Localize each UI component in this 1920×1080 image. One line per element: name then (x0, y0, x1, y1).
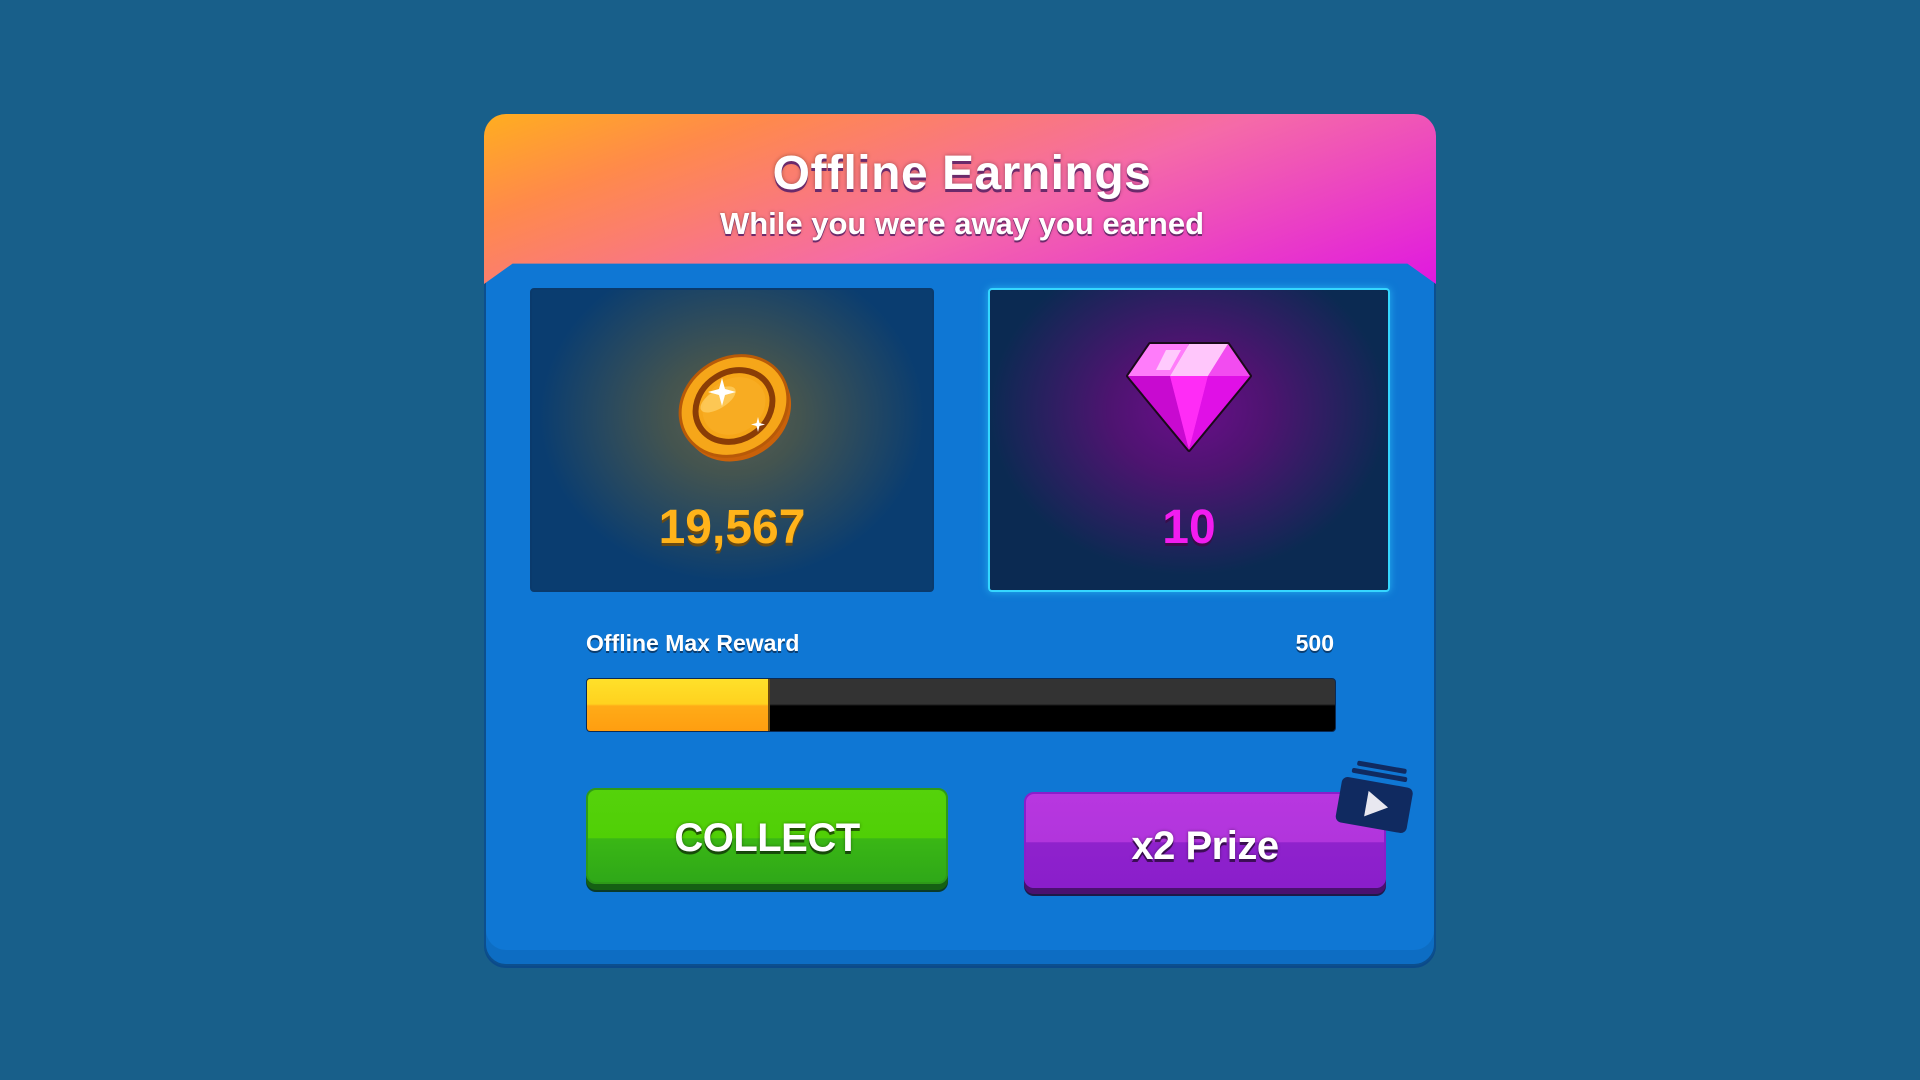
gold-coin-icon (678, 354, 792, 462)
offline-reward-progress-bar (586, 678, 1336, 732)
pink-gem-icon (1126, 342, 1252, 452)
coin-reward-card: 19,567 (530, 288, 934, 592)
coin-amount: 19,567 (658, 501, 806, 554)
video-ad-icon (1335, 760, 1413, 833)
collect-button-label: COLLECT (674, 816, 860, 860)
double-prize-button-label: x2 Prize (1131, 824, 1279, 868)
progress-label: Offline Max Reward (586, 630, 800, 656)
gem-amount: 10 (1162, 501, 1216, 554)
gem-reward-card: 10 (988, 288, 1390, 592)
dialog-subtitle: While you were away you earned (719, 206, 1205, 241)
offline-earnings-dialog: Offline Earnings While you were away you… (484, 114, 1436, 966)
double-prize-button[interactable]: x2 Prize (1024, 792, 1386, 888)
dialog-title: Offline Earnings (772, 147, 1152, 200)
collect-button[interactable]: COLLECT (586, 788, 948, 884)
progress-max-value: 500 (1295, 630, 1334, 656)
progress-fill (587, 679, 771, 731)
game-screen: Offline Earnings While you were away you… (0, 0, 1920, 1080)
